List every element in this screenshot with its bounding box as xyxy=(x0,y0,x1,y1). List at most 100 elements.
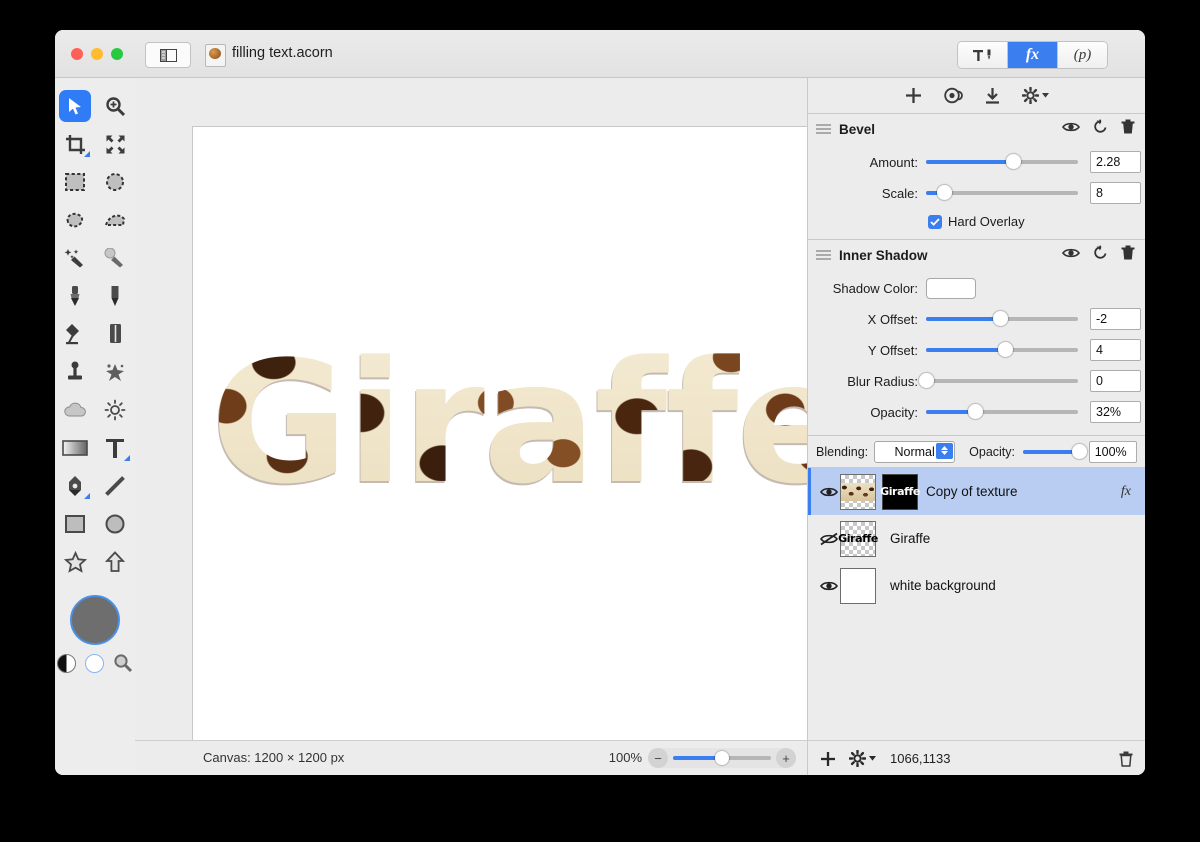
gear-dropdown-icon[interactable] xyxy=(1021,87,1049,104)
tool-crop[interactable] xyxy=(55,125,95,163)
hard-overlay-checkbox[interactable] xyxy=(928,214,942,229)
blending-stepper-icon[interactable] xyxy=(936,442,954,459)
tab-fx[interactable]: fx xyxy=(1008,42,1058,68)
tool-star-shape[interactable] xyxy=(55,543,95,581)
color-palette-icon[interactable] xyxy=(943,87,963,104)
layer-visibility-toggle[interactable] xyxy=(818,580,840,592)
color-picker-magnifier-icon[interactable] xyxy=(113,653,133,673)
zoom-in-button[interactable]: + xyxy=(776,748,796,768)
download-icon[interactable] xyxy=(985,87,1000,104)
color-mode-toggle[interactable] xyxy=(57,653,76,673)
tool-brush[interactable] xyxy=(55,277,95,315)
layer-row[interactable]: Giraffe Copy of texture fx xyxy=(808,468,1145,515)
tool-arrow-shape[interactable] xyxy=(95,543,135,581)
effect-delete-icon[interactable] xyxy=(1121,119,1135,139)
tool-bezier-pen[interactable] xyxy=(55,467,95,505)
bevel-amount-field[interactable]: 2.28 xyxy=(1090,151,1141,173)
tool-zoom[interactable] xyxy=(95,87,135,125)
add-layer-icon[interactable] xyxy=(820,751,836,767)
control-row: X Offset: -2 xyxy=(808,306,1145,332)
drag-handle-icon[interactable] xyxy=(816,250,831,260)
tool-instant-alpha[interactable] xyxy=(95,239,135,277)
zoom-out-button[interactable]: − xyxy=(648,748,668,768)
delete-layer-icon[interactable] xyxy=(1119,751,1133,767)
tool-gradient[interactable] xyxy=(55,429,95,467)
bevel-scale-field[interactable]: 8 xyxy=(1090,182,1141,204)
zoom-slider-control[interactable]: − + xyxy=(648,748,796,768)
slider-thumb[interactable] xyxy=(937,185,953,200)
effect-visibility-eye-icon[interactable] xyxy=(1062,246,1080,264)
tool-text[interactable] xyxy=(95,429,135,467)
effect-delete-icon[interactable] xyxy=(1121,245,1135,265)
y-offset-field[interactable]: 4 xyxy=(1090,339,1141,361)
effect-reset-icon[interactable] xyxy=(1093,119,1108,139)
zoom-slider-thumb[interactable] xyxy=(715,751,729,765)
zoom-slider-track[interactable] xyxy=(673,751,771,765)
shadow-opacity-slider[interactable] xyxy=(926,404,1078,419)
tool-blur[interactable] xyxy=(55,391,95,429)
blending-mode-popup[interactable]: Normal xyxy=(874,440,956,463)
inspector-segmented-control: fx (p) xyxy=(957,41,1108,69)
slider-thumb[interactable] xyxy=(1005,154,1021,169)
layer-actions-gear-icon[interactable] xyxy=(849,750,876,767)
eye-icon xyxy=(820,581,838,590)
tool-move[interactable] xyxy=(55,87,95,125)
tool-paint-bucket[interactable] xyxy=(55,315,95,353)
add-effect-icon[interactable] xyxy=(905,87,922,104)
x-offset-slider[interactable] xyxy=(926,311,1078,326)
tool-elliptical-select[interactable] xyxy=(95,163,135,201)
layer-thumbnail[interactable] xyxy=(840,567,876,604)
background-color-well[interactable] xyxy=(85,653,104,673)
slider-thumb[interactable] xyxy=(993,311,1009,326)
y-offset-slider[interactable] xyxy=(926,342,1078,357)
layer-mask-thumbnail[interactable]: Giraffe xyxy=(880,473,920,510)
control-row: Opacity: 32% xyxy=(808,399,1145,425)
tool-eraser[interactable] xyxy=(95,315,135,353)
tool-line[interactable] xyxy=(95,467,135,505)
layer-thumbnail[interactable]: Giraffe xyxy=(838,520,878,557)
tool-oval-shape[interactable] xyxy=(95,505,135,543)
layer-fx-badge[interactable]: fx xyxy=(1121,484,1135,500)
tool-rectangle-shape[interactable] xyxy=(55,505,95,543)
tool-lasso-select[interactable] xyxy=(55,201,95,239)
layer-row[interactable]: white background xyxy=(808,562,1145,609)
layer-visibility-toggle[interactable] xyxy=(818,486,840,498)
slider-thumb[interactable] xyxy=(967,404,983,419)
tool-polygon-select[interactable] xyxy=(95,201,135,239)
bevel-scale-slider[interactable] xyxy=(926,185,1078,200)
blur-radius-field[interactable]: 0 xyxy=(1090,370,1141,392)
x-offset-field[interactable]: -2 xyxy=(1090,308,1141,330)
title-bar: filling text.acorn fx (p) xyxy=(55,30,1145,78)
shadow-color-swatch[interactable] xyxy=(926,277,976,299)
minimize-button[interactable] xyxy=(91,48,103,60)
sidebar-toggle-button[interactable] xyxy=(145,42,191,68)
shadow-opacity-field[interactable]: 32% xyxy=(1090,401,1141,423)
tab-tools[interactable] xyxy=(958,42,1008,68)
tab-presets[interactable]: (p) xyxy=(1058,42,1107,68)
layer-row[interactable]: Giraffe Giraffe xyxy=(808,515,1145,562)
slider-thumb[interactable] xyxy=(1071,443,1087,459)
close-button[interactable] xyxy=(71,48,83,60)
slider-thumb[interactable] xyxy=(919,373,934,388)
drag-handle-icon[interactable] xyxy=(816,124,831,134)
bevel-amount-slider[interactable] xyxy=(926,154,1078,169)
blur-radius-slider[interactable] xyxy=(919,373,1078,388)
tool-clone-stamp[interactable] xyxy=(55,353,95,391)
foreground-color-well[interactable] xyxy=(70,595,120,645)
slider-thumb[interactable] xyxy=(998,342,1014,357)
tool-smudge[interactable] xyxy=(95,353,135,391)
effect-reset-icon[interactable] xyxy=(1093,245,1108,265)
tool-transform[interactable] xyxy=(95,125,135,163)
tool-pencil[interactable] xyxy=(95,277,135,315)
layer-visibility-toggle[interactable] xyxy=(818,532,840,546)
eraser-icon xyxy=(109,324,121,343)
effect-visibility-eye-icon[interactable] xyxy=(1062,120,1080,138)
zoom-button[interactable] xyxy=(111,48,123,60)
tool-dodge[interactable] xyxy=(95,391,135,429)
layer-opacity-slider[interactable] xyxy=(1023,443,1087,459)
layer-opacity-field[interactable]: 100% xyxy=(1088,440,1137,463)
tool-magic-wand[interactable] xyxy=(55,239,95,277)
canvas[interactable]: Giraffe xyxy=(192,126,867,775)
tool-rectangular-select[interactable] xyxy=(55,163,95,201)
layer-thumbnail[interactable] xyxy=(840,473,876,510)
